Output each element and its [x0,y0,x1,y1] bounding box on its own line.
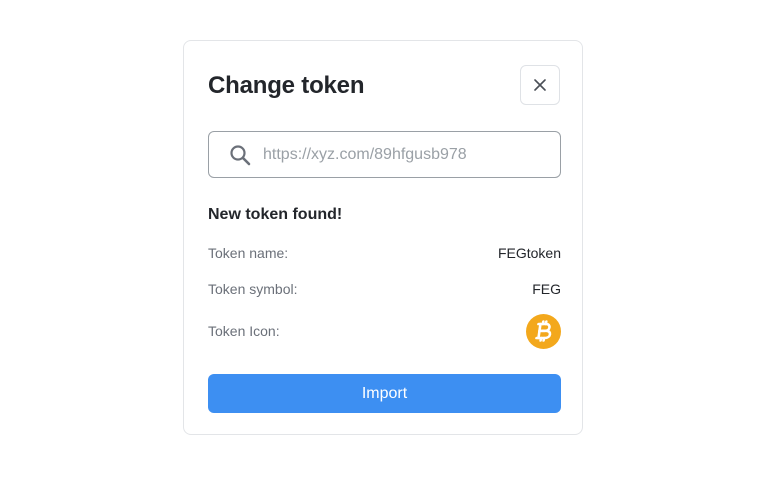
token-name-value: FEGtoken [497,245,561,261]
token-icon-label: Token Icon: [208,323,280,339]
token-symbol-value: FEG [532,281,561,297]
close-icon [534,79,546,91]
token-url-search [208,131,561,178]
token-name-label: Token name: [208,245,289,261]
token-url-input[interactable] [263,132,548,177]
token-symbol-row: Token symbol: FEG [208,271,561,307]
modal-title: Change token [208,72,365,99]
change-token-modal: Change token New token found! Token name… [183,40,583,435]
token-symbol-label: Token symbol: [208,281,298,297]
import-button[interactable]: Import [208,374,561,413]
bitcoin-icon [526,313,561,349]
token-icon-row: Token Icon: [208,313,561,349]
search-icon [230,145,251,166]
token-name-row: Token name: FEGtoken [208,235,561,271]
new-token-found-heading: New token found! [208,206,343,223]
close-button[interactable] [520,65,560,105]
